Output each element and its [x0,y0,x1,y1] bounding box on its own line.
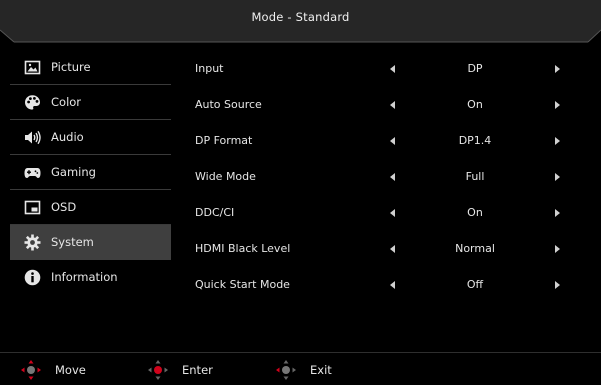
setting-value: On [467,206,483,219]
arrow-right-icon[interactable] [555,209,560,217]
setting-name: DDC/CI [195,206,235,219]
osd-menu: Mode - Standard Picture Color Audio Gami… [0,0,601,385]
setting-name: HDMI Black Level [195,242,291,255]
setting-row-quick-start-mode[interactable]: Quick Start Mode Off [195,268,575,304]
setting-row-ddc-ci[interactable]: DDC/CI On [195,196,575,232]
sidebar-item-label: System [51,235,94,249]
picture-icon [24,59,41,76]
sidebar-item-audio[interactable]: Audio [10,120,171,155]
gamepad-icon [24,164,41,181]
sidebar-item-color[interactable]: Color [10,85,171,120]
setting-name: Wide Mode [195,170,256,183]
sidebar: Picture Color Audio Gaming OSD System In… [10,50,171,295]
sidebar-item-label: Gaming [51,165,96,179]
mode-title: Mode - Standard [251,10,350,24]
setting-row-auto-source[interactable]: Auto Source On [195,88,575,124]
joystick-enter-icon [146,359,170,381]
setting-row-dp-format[interactable]: DP Format DP1.4 [195,124,575,160]
sidebar-item-label: OSD [51,200,77,214]
speaker-icon [24,129,41,146]
setting-name: Auto Source [195,98,262,111]
header-tab-shape [0,0,601,43]
arrow-right-icon[interactable] [555,245,560,253]
sidebar-item-osd[interactable]: OSD [10,190,171,225]
footer-hints: Move Enter Exit [0,355,601,385]
setting-row-input[interactable]: Input DP [195,52,575,88]
arrow-right-icon[interactable] [555,101,560,109]
exit-label: Exit [310,363,332,377]
enter-label: Enter [182,363,213,377]
info-icon [24,269,41,286]
sidebar-item-label: Picture [51,60,91,74]
setting-row-wide-mode[interactable]: Wide Mode Full [195,160,575,196]
sidebar-item-picture[interactable]: Picture [10,50,171,85]
arrow-right-icon[interactable] [555,65,560,73]
setting-name: DP Format [195,134,253,147]
sidebar-item-system[interactable]: System [10,225,171,260]
sidebar-item-gaming[interactable]: Gaming [10,155,171,190]
settings-list: Input DP Auto Source On DP Format DP1.4 … [195,52,575,304]
arrow-right-icon[interactable] [555,137,560,145]
setting-value: DP1.4 [458,134,492,147]
header: Mode - Standard [0,0,601,50]
gear-icon [24,234,41,251]
setting-name: Quick Start Mode [195,278,290,291]
footer-divider [0,352,601,353]
enter-hint: Enter [146,359,213,381]
setting-value: Off [466,278,484,291]
joystick-move-icon [19,359,43,381]
setting-value: Normal [455,242,495,255]
sidebar-item-label: Audio [51,130,84,144]
setting-value: On [467,98,483,111]
sidebar-item-label: Information [51,270,118,284]
joystick-exit-icon [274,359,298,381]
sidebar-item-label: Color [51,95,82,109]
setting-value: Full [465,170,485,183]
move-label: Move [55,363,86,377]
exit-hint: Exit [274,359,332,381]
osd-window-icon [24,199,41,216]
arrow-right-icon[interactable] [555,173,560,181]
setting-row-hdmi-black-level[interactable]: HDMI Black Level Normal [195,232,575,268]
arrow-right-icon[interactable] [555,281,560,289]
setting-value: DP [467,62,483,75]
palette-icon [24,94,41,111]
sidebar-item-information[interactable]: Information [10,260,171,295]
setting-name: Input [195,62,224,75]
move-hint: Move [19,359,86,381]
